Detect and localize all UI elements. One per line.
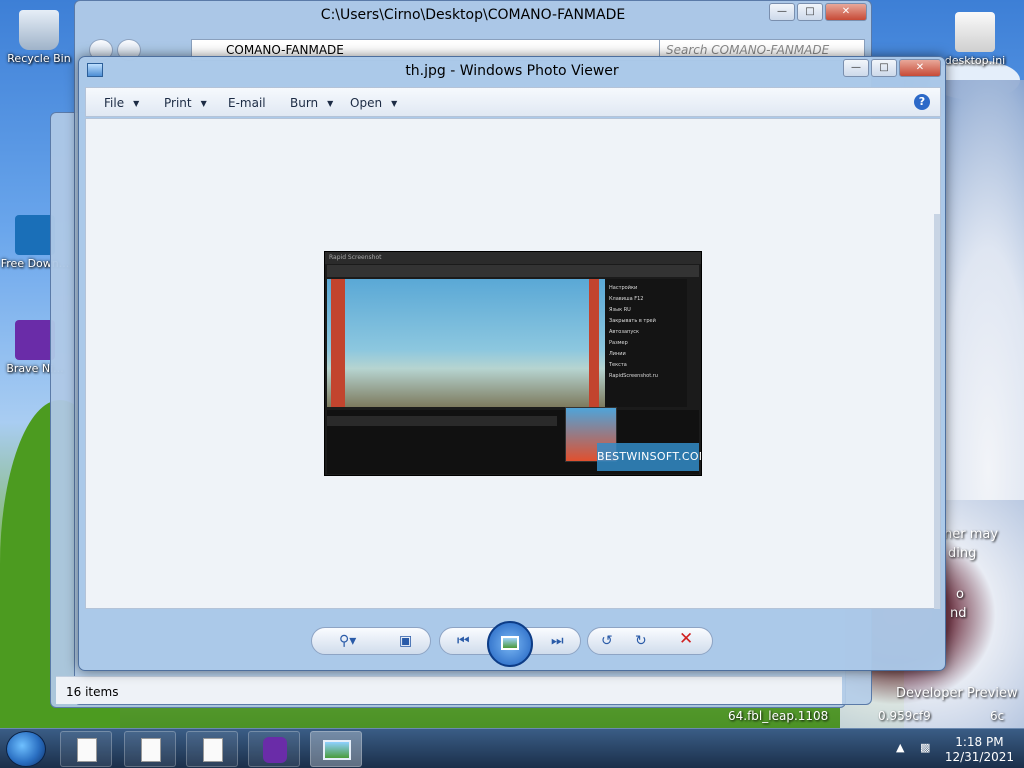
explorer-status-bar: 16 items xyxy=(56,676,842,704)
menu-burn[interactable]: Burn ▼ xyxy=(290,96,333,110)
menu-email[interactable]: E-mail xyxy=(228,96,266,110)
magnifier-icon[interactable]: ⚲▾ xyxy=(339,633,356,649)
wallpaper-text: 0.959cf9 xyxy=(878,709,931,723)
image-text: Размер xyxy=(609,340,628,346)
zoom-group xyxy=(311,627,431,655)
wallpaper-text: Developer Preview xyxy=(896,686,1018,701)
clock-time: 1:18 PM xyxy=(955,735,1004,749)
maximize-button[interactable]: □ xyxy=(871,59,897,77)
brave-icon xyxy=(15,320,55,360)
menu-label: Print xyxy=(164,96,192,110)
system-tray: ▲ ▩ xyxy=(896,741,930,754)
wallpaper-text: nd xyxy=(950,606,967,621)
wallpaper-text: ding xyxy=(948,546,977,561)
viewer-title: th.jpg - Windows Photo Viewer xyxy=(405,63,619,79)
taskbar-document-1[interactable] xyxy=(60,731,112,767)
image-bridge-tower xyxy=(331,279,345,407)
scrollbar[interactable] xyxy=(934,214,940,609)
recycle-bin-icon[interactable]: Recycle Bin xyxy=(4,10,74,65)
document-icon xyxy=(141,738,161,762)
taskbar-document-2[interactable] xyxy=(124,731,176,767)
image-text: Язык RU xyxy=(609,307,631,313)
viewer-controls: ⚲▾ ▣ ⏮ ⏭ ↺ ↻ ✕ xyxy=(311,621,713,667)
actual-size-icon[interactable]: ▣ xyxy=(399,633,412,649)
wallpaper-text: 64.fbl_leap.1108 xyxy=(728,709,829,723)
image-lower-toolbar xyxy=(327,416,557,426)
menu-label: E-mail xyxy=(228,96,266,110)
image-watermark: BESTWINSOFT.COM xyxy=(597,443,701,471)
explorer-window-controls: — □ ✕ xyxy=(769,3,867,21)
minimize-button[interactable]: — xyxy=(843,59,869,77)
document-icon xyxy=(203,738,223,762)
menu-print[interactable]: Print ▼ xyxy=(164,96,207,110)
menu-open[interactable]: Open ▼ xyxy=(350,96,397,110)
dropdown-arrow-icon: ▼ xyxy=(327,99,334,108)
image-text: RapidScreenshot.ru xyxy=(609,373,658,379)
dropdown-arrow-icon: ▼ xyxy=(391,99,398,108)
dropdown-arrow-icon: ▼ xyxy=(200,99,207,108)
image-settings-panel: Настройки Клавиша F12 Язык RU Закрывать … xyxy=(605,279,687,407)
clock-date: 12/31/2021 xyxy=(944,750,1014,764)
image-bridge-tower xyxy=(589,279,599,407)
menu-label: Open xyxy=(350,96,383,110)
delete-icon[interactable]: ✕ xyxy=(679,631,693,648)
menu-file[interactable]: File ▼ xyxy=(104,96,139,110)
settings-file-icon xyxy=(955,12,995,52)
dropdown-arrow-icon: ▼ xyxy=(133,99,140,108)
displayed-image: Rapid Screenshot Настройки Клавиша F12 Я… xyxy=(324,251,702,476)
image-text: Текста xyxy=(609,362,627,368)
desktop-icon-label: Recycle Bin xyxy=(7,52,71,65)
photo-viewer-icon xyxy=(323,740,351,760)
image-text: Линии xyxy=(609,351,626,357)
photo-viewer-window[interactable]: th.jpg - Windows Photo Viewer — □ ✕ File… xyxy=(78,56,946,671)
taskbar-document-3[interactable] xyxy=(186,731,238,767)
desktop-icon-label: desktop.ini xyxy=(944,54,1006,67)
brave-icon xyxy=(263,737,287,763)
viewer-window-controls: — □ ✕ xyxy=(843,59,941,77)
image-text: Автозапуск xyxy=(609,329,640,335)
taskbar-brave[interactable] xyxy=(248,731,300,767)
image-scene xyxy=(327,279,607,407)
wallpaper-text: 6c xyxy=(990,709,1005,723)
image-canvas[interactable]: Rapid Screenshot Настройки Клавиша F12 Я… xyxy=(85,118,941,609)
menu-label: Burn xyxy=(290,96,319,110)
menu-label: File xyxy=(104,96,125,110)
image-app-title: Rapid Screenshot xyxy=(325,252,701,264)
rotate-cw-icon[interactable]: ↻ xyxy=(635,633,647,649)
clock[interactable]: 1:18 PM 12/31/2021 xyxy=(945,735,1014,765)
next-icon[interactable]: ⏭ xyxy=(551,633,564,649)
start-button[interactable] xyxy=(6,731,46,767)
explorer-title: C:\Users\Cirno\Desktop\COMANO-FANMADE xyxy=(320,7,626,23)
rotate-ccw-icon[interactable]: ↺ xyxy=(601,633,613,649)
taskbar-photo-viewer[interactable] xyxy=(310,731,362,767)
item-count: 16 items xyxy=(66,685,119,699)
address-text: COMANO-FANMADE xyxy=(226,43,344,57)
slideshow-button[interactable] xyxy=(487,621,533,667)
recycle-bin-icon xyxy=(19,10,59,50)
image-text: Клавиша F12 xyxy=(609,296,644,302)
image-toolbar xyxy=(327,265,699,277)
minimize-button[interactable]: — xyxy=(769,3,795,21)
network-icon[interactable]: ▩ xyxy=(920,741,930,754)
image-text: Закрывать в трей xyxy=(609,318,656,324)
app-icon xyxy=(15,215,55,255)
previous-icon[interactable]: ⏮ xyxy=(457,633,470,649)
document-icon xyxy=(77,738,97,762)
maximize-button[interactable]: □ xyxy=(797,3,823,21)
wallpaper-text: ner may xyxy=(944,527,999,542)
image-text: Настройки xyxy=(609,285,638,291)
help-icon[interactable]: ? xyxy=(914,94,930,110)
wallpaper-text: o xyxy=(956,587,964,602)
close-button[interactable]: ✕ xyxy=(825,3,867,21)
taskbar: ▲ ▩ 1:18 PM 12/31/2021 xyxy=(0,728,1024,768)
slideshow-icon xyxy=(501,636,519,650)
close-button[interactable]: ✕ xyxy=(899,59,941,77)
desktop-ini-icon[interactable]: desktop.ini xyxy=(940,12,1010,67)
tray-arrow-icon[interactable]: ▲ xyxy=(896,741,904,754)
menu-bar: File ▼ Print ▼ E-mail Burn ▼ Open ▼ ? xyxy=(85,87,941,117)
